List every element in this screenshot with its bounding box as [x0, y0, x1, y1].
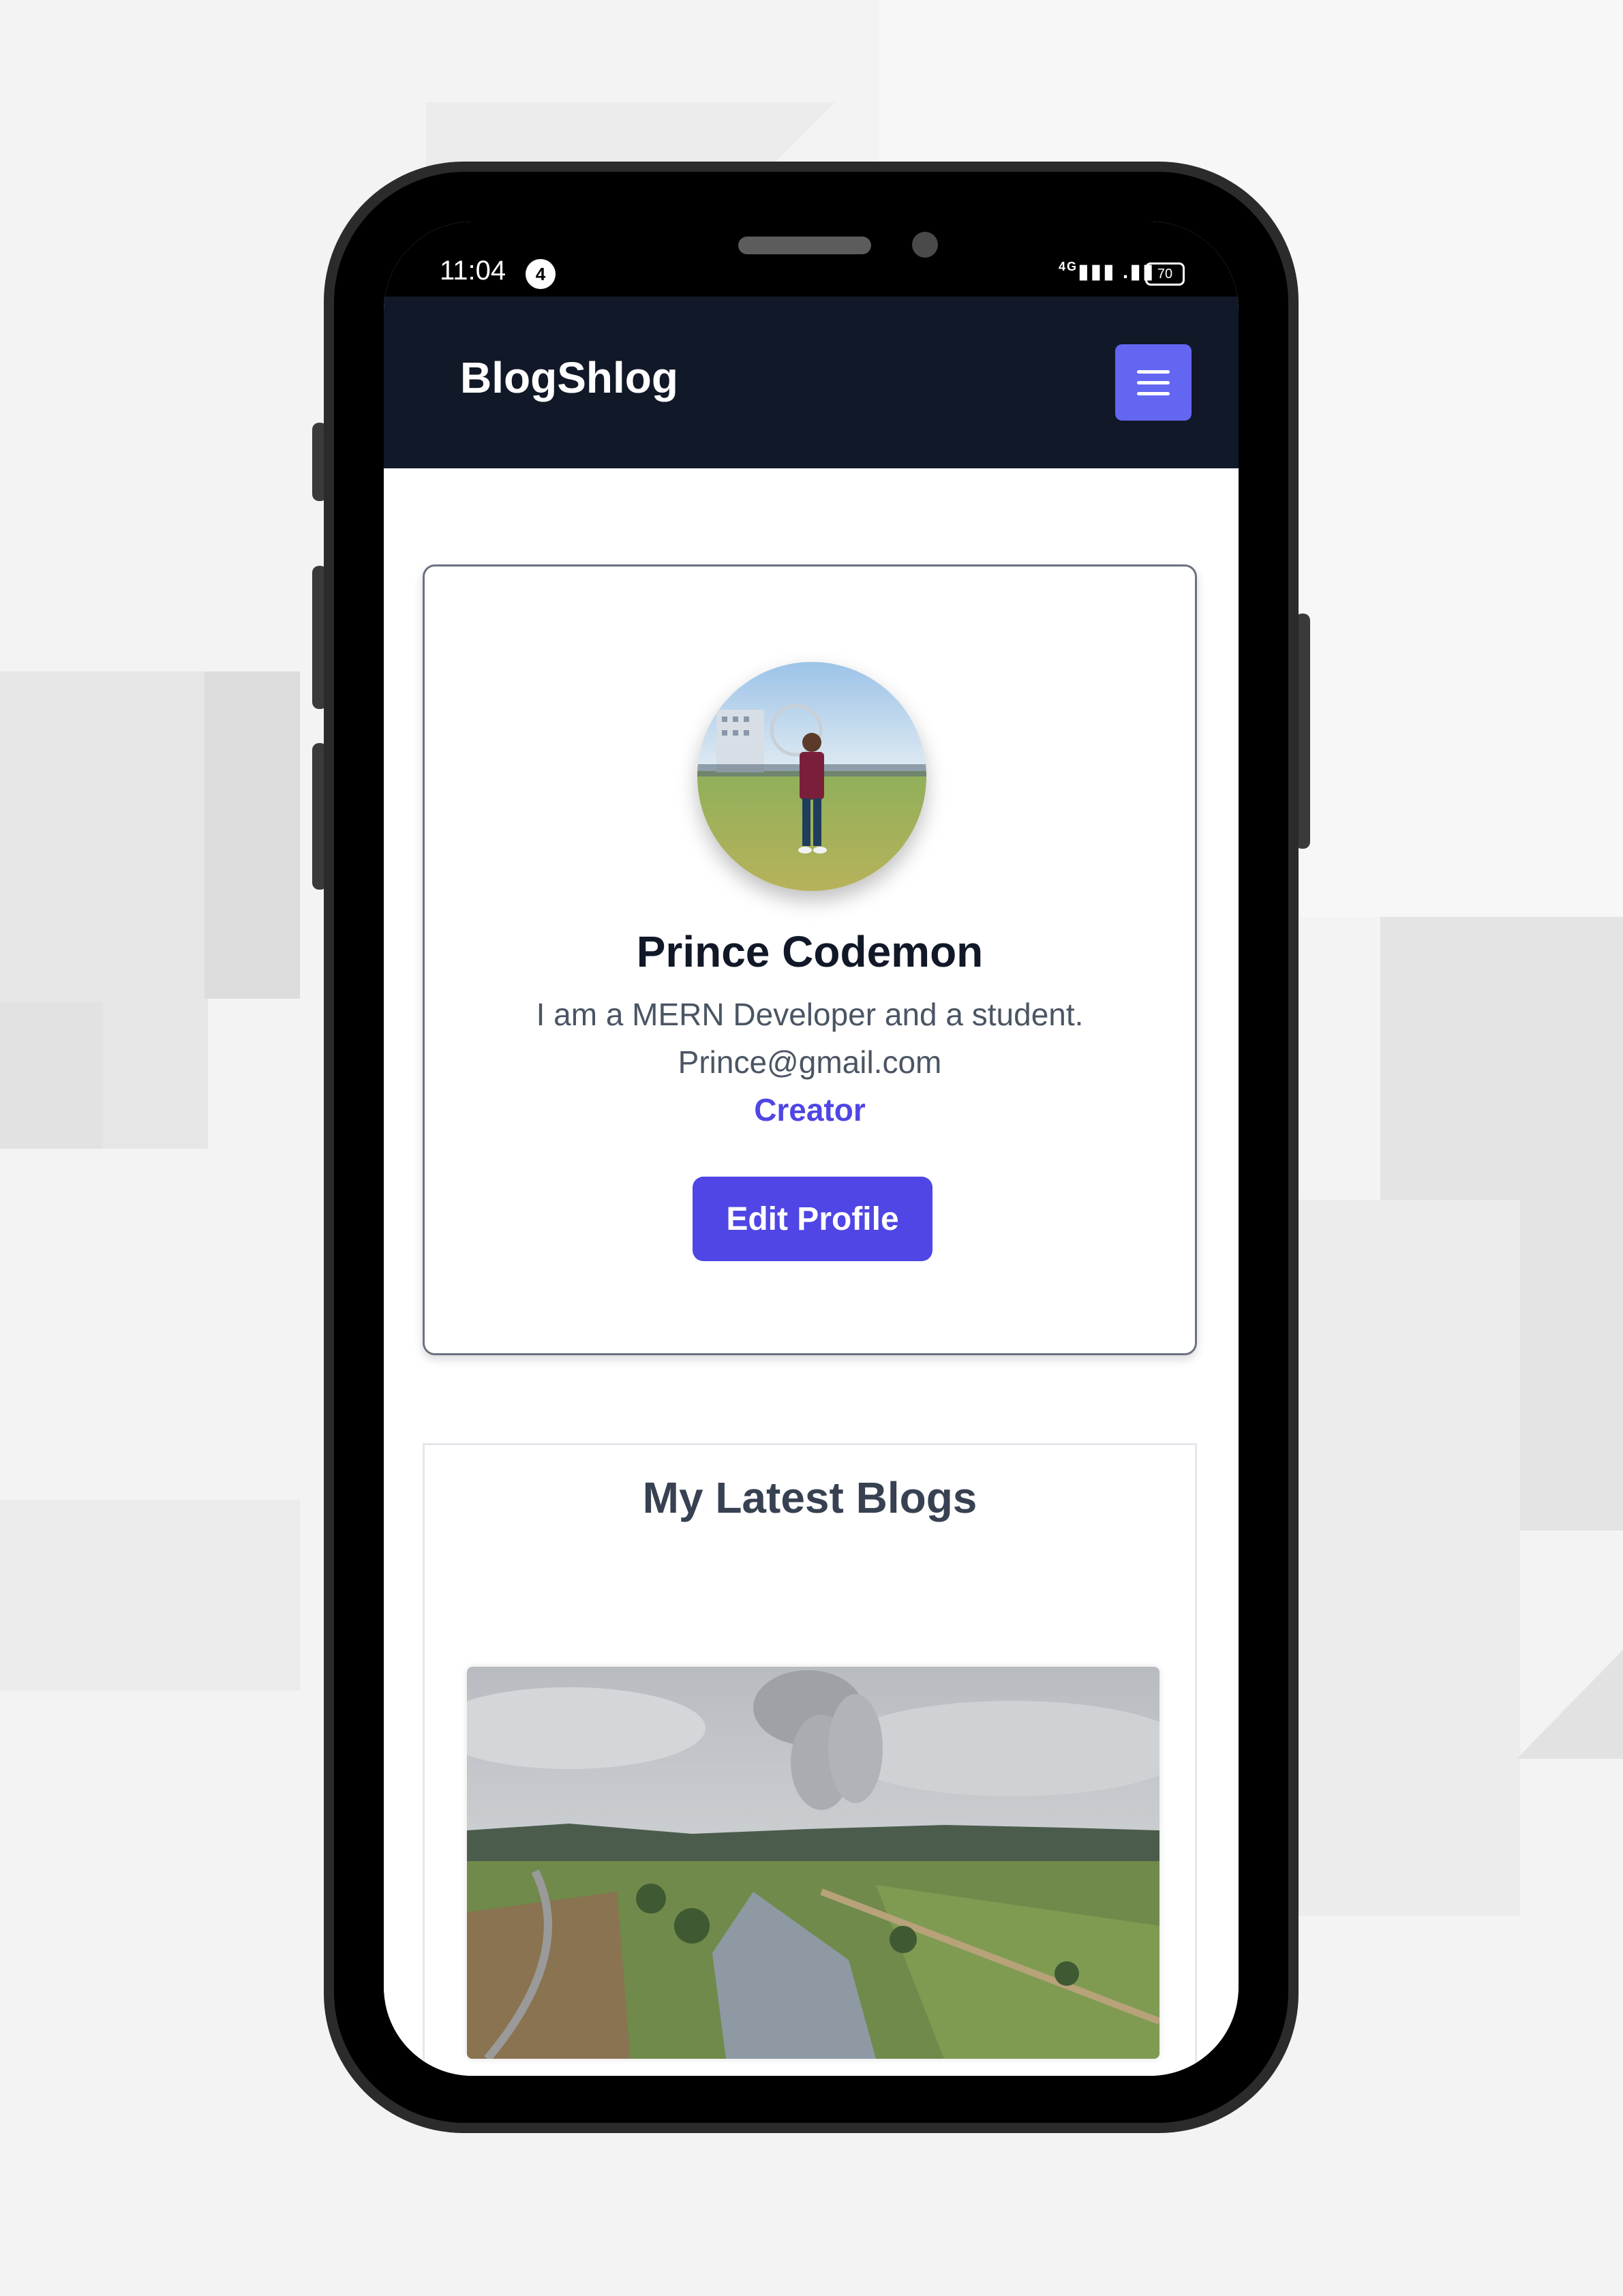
- hamburger-menu-icon: [1137, 392, 1170, 395]
- background-panel: [204, 671, 300, 999]
- battery-icon: 70: [1145, 262, 1185, 286]
- hamburger-menu-button[interactable]: [1115, 344, 1192, 421]
- avatar-photo: [697, 662, 926, 891]
- blog-thumbnail[interactable]: [467, 1667, 1159, 2059]
- background-panel: [1295, 1200, 1520, 1916]
- profile-email: Prince@gmail.com: [678, 1044, 942, 1080]
- battery-level: 70: [1157, 267, 1173, 282]
- latest-blogs-section: My Latest Blogs: [423, 1443, 1197, 2076]
- profile-role: Creator: [754, 1092, 866, 1128]
- profile-bio: I am a MERN Developer and a student.: [536, 997, 1084, 1032]
- profile-card: Prince Codemon I am a MERN Developer and…: [423, 564, 1197, 1355]
- phone-speaker: [738, 237, 871, 254]
- blog-image: [467, 1667, 1159, 2059]
- section-title: My Latest Blogs: [642, 1473, 977, 1522]
- phone-camera: [912, 232, 938, 258]
- hamburger-menu-icon: [1137, 370, 1170, 374]
- avatar: [697, 662, 926, 891]
- notification-badge: 4: [526, 259, 556, 289]
- background-panel: [0, 1500, 300, 1691]
- status-time: 11:04: [440, 256, 506, 286]
- phone-notch: [566, 222, 1057, 290]
- edit-profile-button[interactable]: Edit Profile: [693, 1177, 932, 1261]
- hamburger-menu-icon: [1137, 381, 1170, 384]
- background-panel: [0, 1002, 102, 1149]
- navbar: BlogShlog: [384, 297, 1239, 468]
- profile-name: Prince Codemon: [636, 927, 984, 976]
- brand-logo[interactable]: BlogShlog: [460, 352, 678, 403]
- network-type-label: 4G: [1059, 260, 1078, 273]
- background-triangle: [1517, 1650, 1623, 1759]
- signal-icon: 4G▮▮▮ .▮▮: [1059, 260, 1155, 283]
- phone-screen: 11:04 4 4G▮▮▮ .▮▮ 70 BlogShlog Prince Co…: [384, 222, 1239, 2076]
